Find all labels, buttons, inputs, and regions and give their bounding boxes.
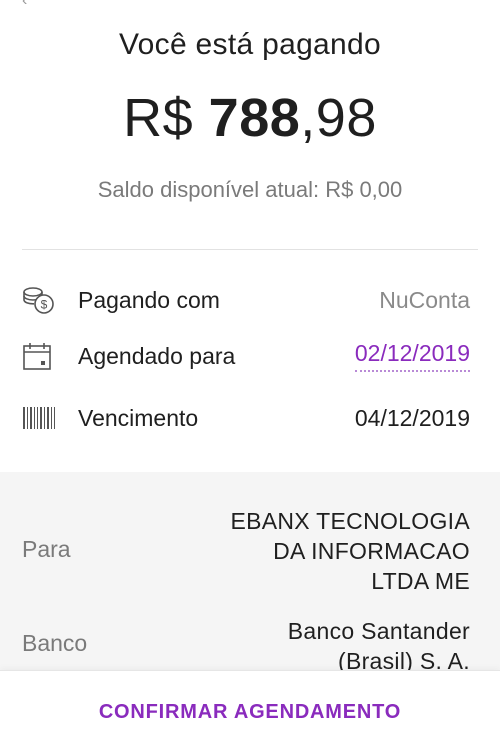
page-title: Você está pagando: [119, 28, 381, 61]
detail-row-due-date: Vencimento 04/12/2019: [22, 398, 470, 438]
recipient-name: EBANX TECNOLOGIA DA INFORMACAO LTDA ME: [170, 506, 470, 596]
scheduled-date-link[interactable]: 02/12/2019: [354, 340, 470, 372]
recipient-name-line: EBANX TECNOLOGIA: [230, 508, 470, 534]
bottom-action-bar: CONFIRMAR AGENDAMENTO: [0, 670, 500, 754]
payment-confirmation-screen: ‹ Você está pagando R$ 788,98 Saldo disp…: [0, 0, 500, 754]
back-chevron-icon[interactable]: ‹: [22, 0, 27, 10]
payment-amount: R$ 788,98: [0, 87, 500, 149]
recipient-panel: Para EBANX TECNOLOGIA DA INFORMACAO LTDA…: [0, 472, 500, 670]
bank-name-line: Banco Santander: [287, 618, 470, 644]
detail-label: Vencimento: [78, 404, 199, 431]
coins-icon: $: [22, 283, 58, 317]
recipient-name-line: LTDA ME: [371, 568, 470, 594]
amount-integer: 788: [208, 88, 301, 148]
divider: [22, 249, 478, 250]
due-date-value: 04/12/2019: [354, 404, 470, 431]
barcode-icon: [22, 401, 58, 435]
amount-decimal: ,98: [300, 88, 377, 148]
payment-method-value: NuConta: [379, 286, 470, 313]
banco-label: Banco: [22, 630, 88, 656]
svg-text:$: $: [41, 298, 48, 312]
detail-row-payment-method: $ Pagando com NuConta: [22, 280, 470, 320]
calendar-icon: [22, 339, 58, 373]
detail-row-scheduled-date: Agendado para 02/12/2019: [22, 336, 470, 376]
confirm-scheduling-button[interactable]: CONFIRMAR AGENDAMENTO: [0, 701, 500, 724]
detail-label: Agendado para: [78, 342, 236, 369]
available-balance: Saldo disponível atual: R$ 0,00: [97, 177, 403, 202]
para-label: Para: [22, 536, 71, 562]
amount-currency: R$: [123, 88, 209, 148]
detail-label: Pagando com: [78, 286, 220, 313]
bank-name-line: (Brasil) S. A.: [337, 648, 470, 670]
recipient-name-line: DA INFORMACAO: [273, 538, 470, 564]
bank-name: Banco Santander (Brasil) S. A.: [170, 616, 470, 670]
